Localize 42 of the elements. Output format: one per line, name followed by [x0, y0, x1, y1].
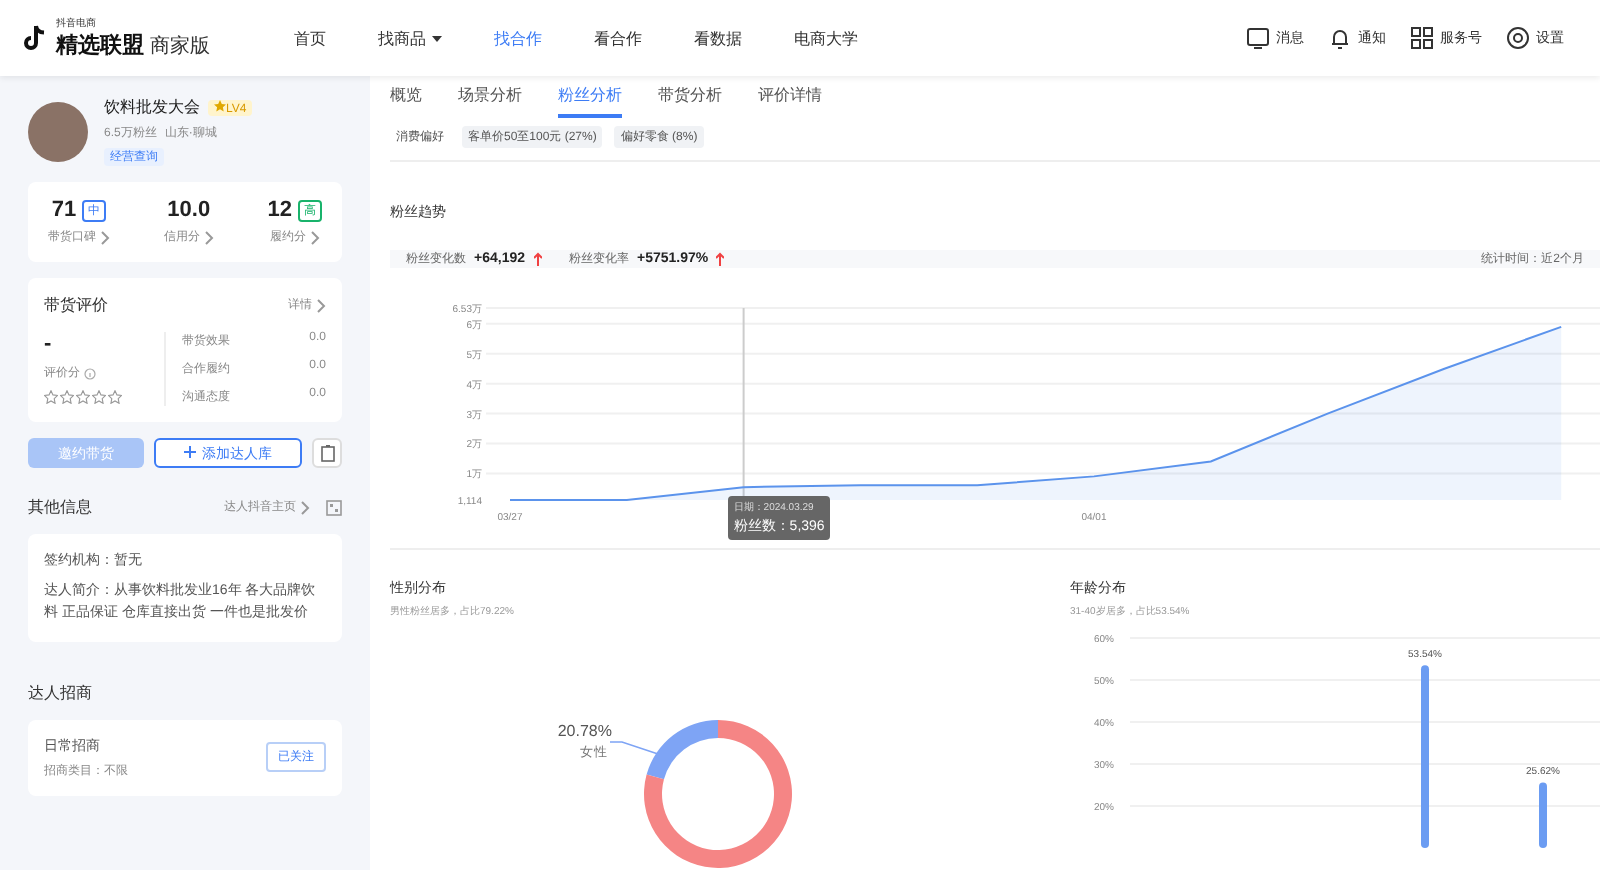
profile-name: 饮料批发大会 [104, 96, 200, 118]
bell-icon[interactable] [1328, 26, 1352, 50]
clipboard-icon [319, 444, 335, 462]
chevron-icon [300, 499, 310, 515]
section-title: 带货评价 [44, 294, 108, 316]
tab[interactable]: 场景分析 [458, 80, 522, 118]
tab[interactable]: 带货分析 [658, 80, 722, 118]
nav-item[interactable]: 找商品 [378, 27, 442, 49]
grid-icon[interactable] [1410, 26, 1434, 50]
logo-subtitle: 商家版 [150, 33, 210, 60]
leader-line [609, 741, 659, 755]
tab[interactable]: 粉丝分析 [558, 80, 622, 118]
nav-item[interactable]: 电商大学 [794, 27, 858, 49]
nav-item[interactable]: 首页 [294, 27, 326, 49]
chevron-icon [203, 229, 214, 245]
score-value: 10.0 [167, 198, 211, 222]
avatar-placeholder [28, 101, 88, 161]
qr-code-icon[interactable] [326, 499, 342, 515]
nav-item[interactable]: 找合作 [494, 27, 542, 49]
donut-value-label: 20.78% [557, 722, 612, 740]
info-icon [84, 367, 96, 379]
logo-icon [24, 24, 48, 52]
section-title: 达人招商 [28, 681, 94, 704]
logo-title: 精选联盟 [56, 31, 144, 60]
message-icon[interactable] [1246, 26, 1270, 50]
star-icon [214, 99, 226, 111]
clipboard-button[interactable] [312, 438, 342, 468]
section-title: 其他信息 [28, 496, 92, 518]
tab[interactable]: 评价详情 [758, 80, 822, 118]
caret-icon [432, 35, 442, 41]
chevron-icon [316, 297, 326, 313]
chevron-icon [309, 229, 320, 245]
settings-icon[interactable] [1506, 26, 1530, 50]
chevron-icon [100, 229, 110, 245]
plus-icon [184, 445, 197, 457]
score-value: 71 [51, 198, 77, 222]
bar [1539, 782, 1547, 848]
score-value: 12 [267, 198, 292, 222]
tab[interactable]: 概览 [390, 80, 422, 118]
nav-item[interactable]: 看数据 [694, 27, 742, 49]
nav-item[interactable]: 看合作 [594, 27, 642, 49]
rating-score: - [44, 332, 54, 356]
